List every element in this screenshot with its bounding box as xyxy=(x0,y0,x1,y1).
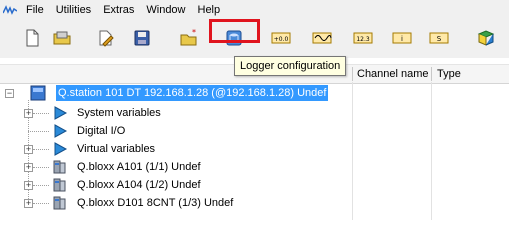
tree-node-virtual-variables[interactable]: Virtual variables xyxy=(77,141,155,157)
tree-expander-bloxx-a104[interactable]: + xyxy=(24,181,33,190)
tree-connector xyxy=(33,113,49,114)
menu-extras[interactable]: Extras xyxy=(97,0,140,20)
signal-button[interactable] xyxy=(309,25,335,51)
tree-expander-root[interactable]: − xyxy=(5,89,14,98)
book-icon xyxy=(477,30,495,46)
column-gridline xyxy=(431,82,432,220)
column-header-type[interactable]: Type xyxy=(437,65,461,83)
tree-node-bloxx-a104[interactable]: Q.bloxx A104 (1/2) Undef xyxy=(77,177,201,193)
numeric-value-icon: 12.3 xyxy=(353,32,373,44)
tree-expander-bloxx-a101[interactable]: + xyxy=(24,163,33,172)
tree-connector xyxy=(28,131,49,132)
indicator-button[interactable]: i xyxy=(389,25,415,51)
open-folder-icon xyxy=(53,31,71,45)
open-special-icon: * xyxy=(180,28,197,46)
tree-connector xyxy=(33,167,49,168)
play-triangle-icon xyxy=(54,124,68,138)
indicator-text: i xyxy=(401,35,403,43)
numeric-display-button[interactable]: +0.0 xyxy=(268,25,294,51)
scale-button[interactable]: S xyxy=(426,25,452,51)
play-triangle-icon xyxy=(54,142,68,156)
logger-button-highlight xyxy=(209,19,260,43)
numeric-value-button[interactable]: 12.3 xyxy=(350,25,376,51)
scale-text: S xyxy=(437,35,442,43)
tree-node-system-variables[interactable]: System variables xyxy=(77,105,161,121)
tree-expander-system-variables[interactable]: + xyxy=(24,109,33,118)
menu-window[interactable]: Window xyxy=(140,0,191,20)
play-triangle-icon xyxy=(54,106,68,120)
module-icon xyxy=(53,178,66,192)
module-icon xyxy=(53,160,66,174)
tree-node-bloxx-d101[interactable]: Q.bloxx D101 8CNT (1/3) Undef xyxy=(77,195,233,211)
tree-node-station[interactable]: Q.station 101 DT 192.168.1.28 (@192.168.… xyxy=(56,85,329,101)
module-icon xyxy=(53,196,66,210)
column-separator[interactable] xyxy=(431,67,432,81)
save-disk-icon xyxy=(134,30,150,46)
menu-bar: File Utilities Extras Window Help xyxy=(0,0,509,20)
tree-expander-virtual-variables[interactable]: + xyxy=(24,145,33,154)
tree-connector xyxy=(33,149,49,150)
book-button[interactable] xyxy=(473,25,499,51)
tree-node-bloxx-a101[interactable]: Q.bloxx A101 (1/1) Undef xyxy=(77,159,201,175)
tree-expander-bloxx-d101[interactable]: + xyxy=(24,199,33,208)
save-disk-button[interactable] xyxy=(129,25,155,51)
signal-icon xyxy=(312,32,332,44)
new-file-button[interactable] xyxy=(19,25,45,51)
edit-file-icon xyxy=(99,30,114,47)
menu-file[interactable]: File xyxy=(20,0,50,20)
station-icon xyxy=(30,85,46,101)
tree-connector xyxy=(33,185,49,186)
indicator-icon: i xyxy=(392,32,412,44)
svg-text:*: * xyxy=(192,28,196,37)
open-special-button[interactable]: * xyxy=(176,25,202,51)
tree-connector xyxy=(33,203,49,204)
tree-node-digital-io[interactable]: Digital I/O xyxy=(77,123,125,139)
column-gridline xyxy=(352,82,353,220)
column-separator[interactable] xyxy=(352,67,353,81)
numeric-value-text: 12.3 xyxy=(356,36,370,43)
numeric-display-text: +0.0 xyxy=(274,36,289,43)
edit-file-button[interactable] xyxy=(93,25,119,51)
new-file-icon xyxy=(26,29,39,47)
app-icon[interactable] xyxy=(0,0,20,20)
scale-icon: S xyxy=(429,32,449,44)
tooltip: Logger configuration xyxy=(234,56,347,76)
column-header-channel-name[interactable]: Channel name xyxy=(357,65,429,83)
menu-help[interactable]: Help xyxy=(192,0,227,20)
open-folder-button[interactable] xyxy=(49,25,75,51)
numeric-display-icon: +0.0 xyxy=(271,32,291,44)
menu-utilities[interactable]: Utilities xyxy=(50,0,97,20)
